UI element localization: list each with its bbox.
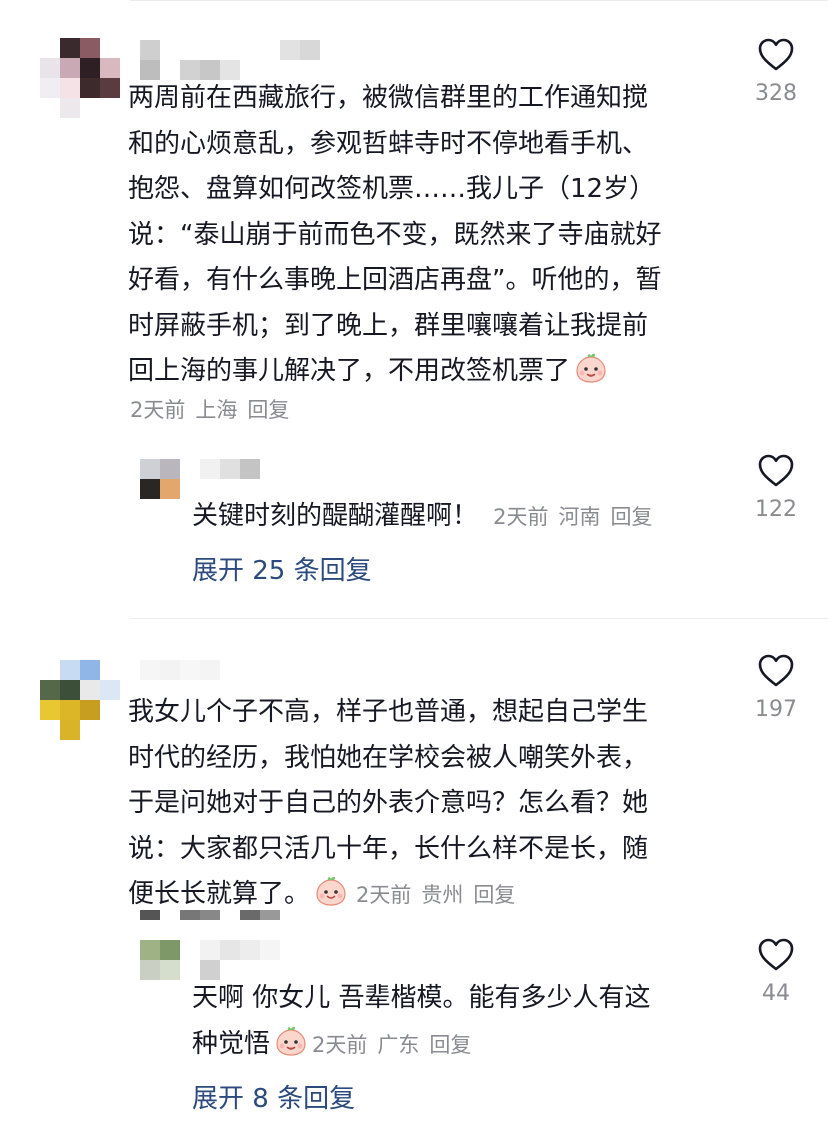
username-redacted[interactable] bbox=[140, 40, 340, 80]
comment-divider bbox=[130, 618, 828, 619]
expand-replies-button[interactable]: 展开 25 条回复 bbox=[192, 550, 372, 587]
heart-outline-icon bbox=[758, 38, 794, 71]
heart-outline-icon bbox=[758, 654, 794, 687]
comment-text: 我女儿个子不高，样子也普通，想起自己学生 时代的经历，我怕她在学校会被人嘲笑外表… bbox=[128, 697, 649, 909]
avatar[interactable] bbox=[40, 660, 120, 740]
reply-row: 关键时刻的醍醐灌醒啊！ 2天前 河南 回复 bbox=[192, 496, 662, 536]
like-count: 197 bbox=[755, 697, 797, 722]
comment-time: 2天前 bbox=[130, 398, 186, 422]
comment-meta: 2天前 上海 回复 bbox=[130, 394, 299, 424]
avatar[interactable] bbox=[40, 38, 120, 118]
reply-like-button[interactable]: 122 bbox=[736, 454, 816, 523]
peach-emoji-icon bbox=[276, 1026, 306, 1056]
peach-smile-emoji-icon bbox=[316, 876, 346, 906]
reply-button[interactable]: 回复 bbox=[247, 398, 289, 422]
reply-button[interactable]: 回复 bbox=[610, 505, 652, 529]
like-count: 122 bbox=[755, 497, 797, 522]
top-divider bbox=[130, 0, 828, 1]
redacted-strip bbox=[140, 910, 300, 920]
expand-replies-button[interactable]: 展开 8 条回复 bbox=[192, 1078, 355, 1115]
username-redacted[interactable] bbox=[140, 660, 260, 680]
like-button[interactable]: 328 bbox=[736, 38, 816, 107]
reply-avatar[interactable] bbox=[140, 940, 180, 980]
reply-time: 2天前 bbox=[493, 505, 549, 529]
comment-location: 上海 bbox=[195, 398, 238, 422]
reply-time: 2天前 bbox=[312, 1032, 368, 1057]
reply-location: 河南 bbox=[558, 505, 601, 529]
reply-location: 广东 bbox=[377, 1032, 420, 1057]
comment-location: 贵州 bbox=[421, 883, 464, 907]
reply-avatar[interactable] bbox=[140, 459, 180, 499]
peach-emoji-icon bbox=[576, 353, 606, 383]
like-count: 328 bbox=[755, 81, 797, 106]
reply-username-redacted[interactable] bbox=[200, 940, 280, 980]
reply-button[interactable]: 回复 bbox=[473, 883, 515, 907]
heart-outline-icon bbox=[758, 454, 794, 487]
comment-text: 两周前在西藏旅行，被微信群里的工作通知搅 和的心烦意乱，参观哲蚌寺时不停地看手机… bbox=[128, 83, 662, 386]
heart-outline-icon bbox=[758, 938, 794, 971]
like-count: 44 bbox=[762, 981, 790, 1006]
reply-button[interactable]: 回复 bbox=[429, 1033, 471, 1057]
comment-time: 2天前 bbox=[356, 883, 412, 907]
reply-username-redacted[interactable] bbox=[200, 459, 260, 499]
reply-text: 天啊 你女儿 吾辈楷模。能有多少人有这 种觉悟 2天前 广东 回复 bbox=[192, 983, 651, 1059]
reply-text: 关键时刻的醍醐灌醒啊！ bbox=[192, 501, 479, 531]
reply-like-button[interactable]: 44 bbox=[736, 938, 816, 1007]
like-button[interactable]: 197 bbox=[736, 654, 816, 723]
